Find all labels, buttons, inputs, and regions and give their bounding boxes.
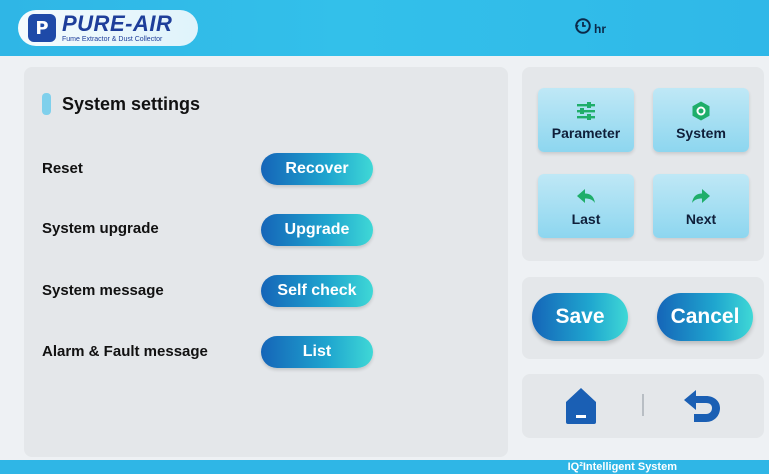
upgrade-button[interactable]: Upgrade (261, 214, 373, 246)
action-panel: Save Cancel (522, 277, 764, 359)
sliders-icon (577, 101, 595, 120)
next-button[interactable]: Next (653, 174, 749, 238)
footer-text: IQ²Intelligent System (567, 461, 677, 473)
logo-mark: P (28, 14, 56, 42)
footer-bar: IQ²Intelligent System (0, 460, 769, 474)
brand-logo: P PURE-AIR Fume Extractor & Dust Collect… (18, 10, 198, 46)
last-label: Last (571, 210, 601, 227)
system-settings-panel: System settings Reset Recover System upg… (24, 67, 508, 457)
logo-tagline: Fume Extractor & Dust Collector (62, 36, 163, 43)
hour-unit: hr (594, 22, 606, 36)
reset-label: Reset (42, 160, 83, 177)
header-bar: P PURE-AIR Fume Extractor & Dust Collect… (0, 0, 769, 56)
system-button[interactable]: System (653, 88, 749, 152)
nav-divider (642, 394, 644, 416)
undo-icon[interactable] (682, 388, 722, 424)
recover-button[interactable]: Recover (261, 153, 373, 185)
home-icon[interactable] (564, 386, 598, 426)
hour-indicator: hr (574, 16, 606, 36)
last-button[interactable]: Last (538, 174, 634, 238)
clock-icon (574, 18, 591, 34)
parameter-button[interactable]: Parameter (538, 88, 634, 152)
bottom-nav-panel (522, 374, 764, 438)
system-message-label: System message (42, 282, 164, 299)
list-button[interactable]: List (261, 336, 373, 368)
nav-panel: Parameter System Last Next (522, 67, 764, 261)
parameter-label: Parameter (551, 124, 621, 141)
page-title: System settings (62, 93, 201, 114)
system-label: System (676, 124, 726, 141)
save-button[interactable]: Save (532, 293, 628, 341)
hexagon-icon (692, 101, 710, 120)
panel-title-row: System settings (42, 93, 200, 115)
arrow-right-icon (692, 188, 710, 203)
title-accent-bar (42, 93, 51, 115)
cancel-button[interactable]: Cancel (657, 293, 753, 341)
arrow-left-icon (577, 188, 595, 203)
system-upgrade-label: System upgrade (42, 220, 159, 237)
self-check-button[interactable]: Self check (261, 275, 373, 307)
alarm-fault-label: Alarm & Fault message (42, 343, 208, 360)
logo-name: PURE-AIR (62, 11, 173, 36)
next-label: Next (685, 210, 717, 227)
